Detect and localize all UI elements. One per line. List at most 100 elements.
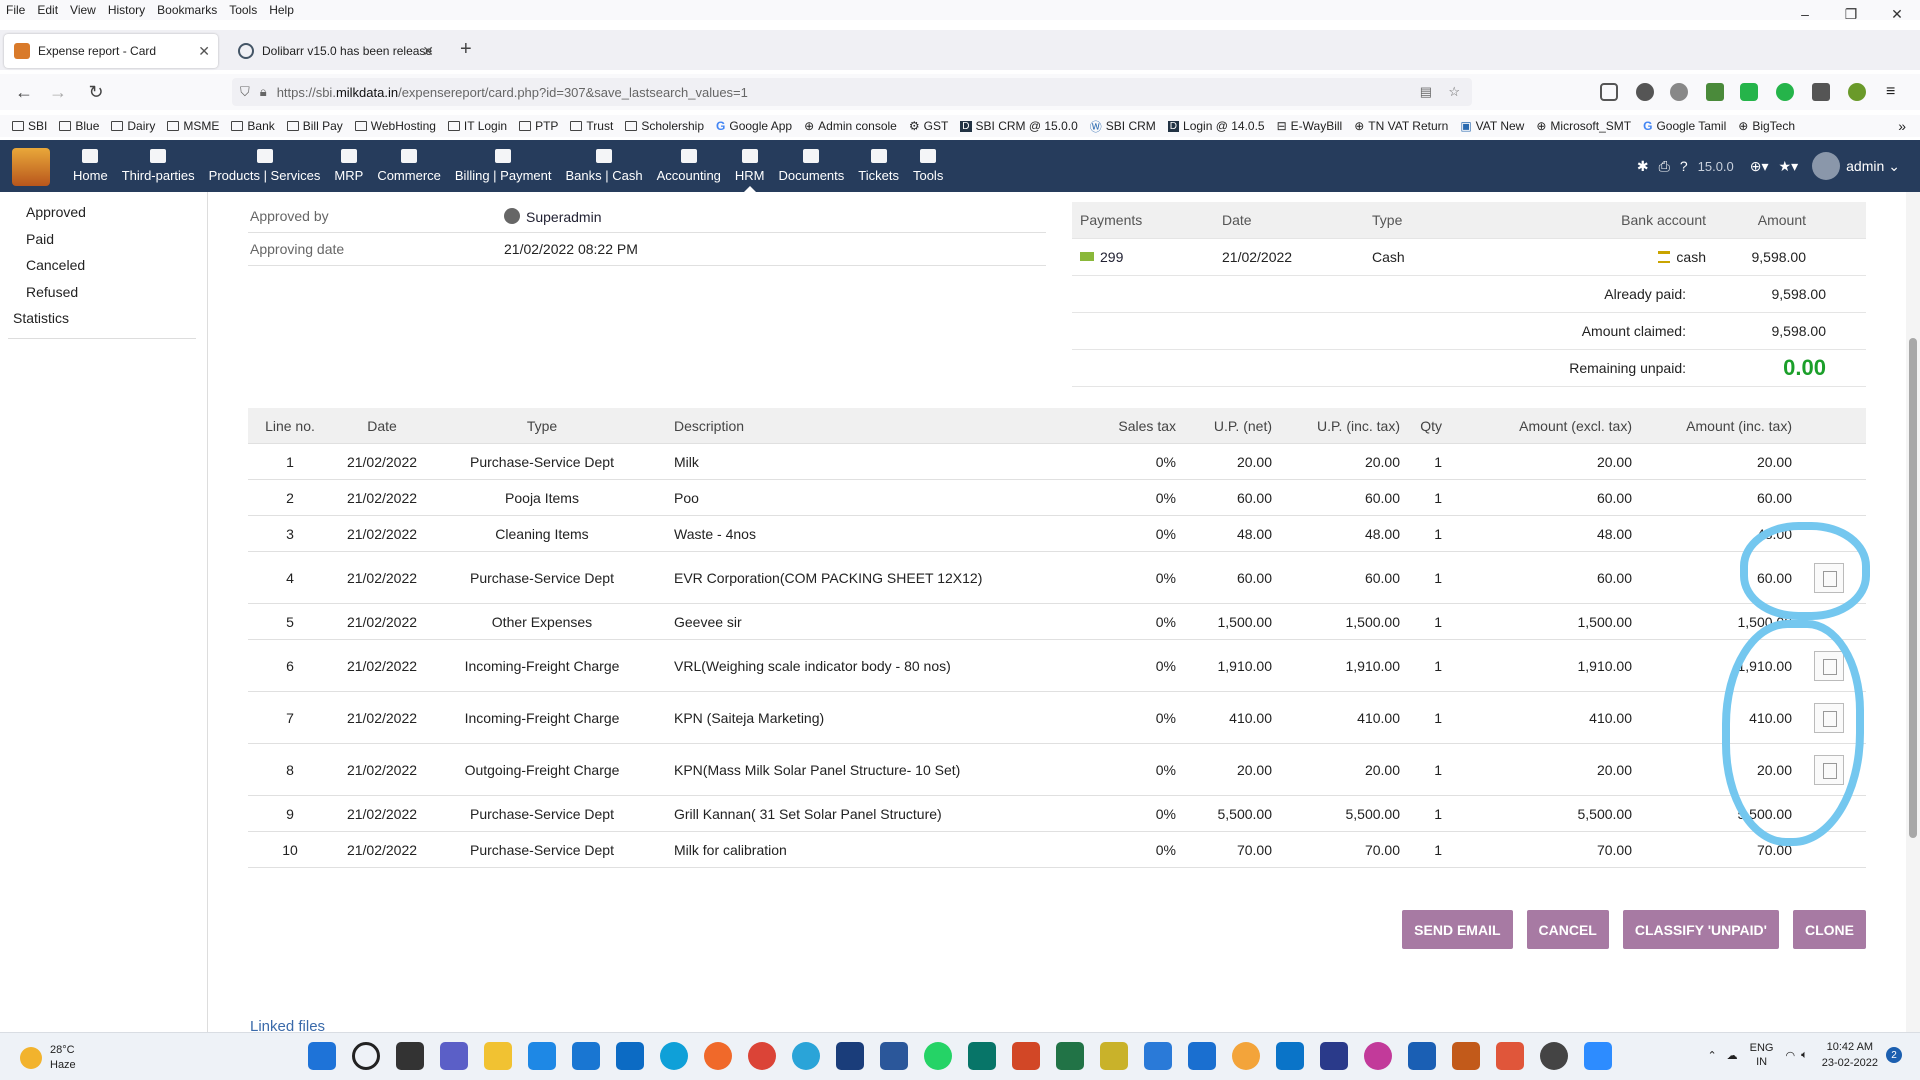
extension-icon[interactable]: [1848, 83, 1866, 101]
extension-icon[interactable]: [1636, 83, 1654, 101]
menu-products[interactable]: Products | Services: [202, 140, 328, 192]
zoom-icon[interactable]: [1584, 1042, 1612, 1070]
bookmark-item[interactable]: ⊕ TN VAT Return: [1354, 119, 1448, 133]
forward-icon[interactable]: →: [46, 80, 70, 104]
menu-documents[interactable]: Documents: [772, 140, 852, 192]
app-icon[interactable]: [1100, 1042, 1128, 1070]
menu-history[interactable]: History: [102, 3, 151, 17]
app-icon[interactable]: [1276, 1042, 1304, 1070]
attachment-thumbnail-icon[interactable]: [1814, 562, 1844, 593]
menu-hrm[interactable]: HRM: [728, 140, 772, 192]
payment-ref-link[interactable]: 299: [1072, 249, 1222, 265]
bookmark-item[interactable]: Dairy: [111, 119, 155, 133]
excel-icon[interactable]: [1056, 1042, 1084, 1070]
menu-home[interactable]: Home: [66, 140, 115, 192]
menu-tickets[interactable]: Tickets: [851, 140, 906, 192]
bookmark-item[interactable]: IT Login: [447, 119, 507, 133]
firefox-icon[interactable]: [704, 1042, 732, 1070]
menu-accounting[interactable]: Accounting: [650, 140, 728, 192]
user-name[interactable]: admin: [1846, 158, 1884, 174]
more-bookmarks-icon[interactable]: »: [1898, 118, 1906, 134]
url-bar[interactable]: ⛉ 🔒︎ https://sbi. milkdata.in/expenserepo…: [232, 78, 1472, 106]
whatsapp-icon[interactable]: [1776, 83, 1794, 101]
volume-icon[interactable]: 🔈︎: [1801, 1049, 1808, 1062]
bookmark-item[interactable]: ▣ VAT New: [1460, 119, 1524, 133]
sublime-icon[interactable]: [1452, 1042, 1480, 1070]
bookmark-item[interactable]: D Login @ 14.0.5: [1167, 119, 1265, 133]
file-explorer-icon[interactable]: [484, 1042, 512, 1070]
extension-icon[interactable]: [1740, 83, 1758, 101]
app-icon[interactable]: [1496, 1042, 1524, 1070]
avatar[interactable]: [1812, 152, 1841, 180]
wifi-icon[interactable]: ◠: [1786, 1049, 1796, 1062]
send-email-button[interactable]: SEND EMAIL: [1402, 910, 1513, 949]
menu-bookmarks[interactable]: Bookmarks: [151, 3, 223, 17]
menu-commerce[interactable]: Commerce: [370, 140, 448, 192]
menu-view[interactable]: View: [64, 3, 102, 17]
minimize-button[interactable]: –: [1782, 0, 1828, 28]
notification-badge[interactable]: 2: [1886, 1047, 1902, 1063]
app-icon[interactable]: [616, 1042, 644, 1070]
attachment-thumbnail-icon[interactable]: [1814, 754, 1844, 785]
extension-icon[interactable]: [1670, 83, 1688, 101]
bookmark-star-icon[interactable]: ☆: [1448, 84, 1460, 100]
approved-by-value[interactable]: Superadmin: [504, 207, 602, 225]
bookmark-item[interactable]: Bill Pay: [286, 119, 343, 133]
menu-banks[interactable]: Banks | Cash: [558, 140, 649, 192]
pocket-icon[interactable]: [1600, 83, 1618, 101]
close-window-button[interactable]: ✕: [1874, 0, 1920, 28]
back-icon[interactable]: ←: [12, 80, 36, 104]
bookmark-item[interactable]: ⊕ Microsoft_SMT: [1536, 119, 1631, 133]
bookmark-item[interactable]: ⊕ Admin console: [804, 119, 897, 133]
app-icon[interactable]: [1144, 1042, 1172, 1070]
menu-billing[interactable]: Billing | Payment: [448, 140, 559, 192]
sidebar-item-approved[interactable]: Approved: [26, 204, 86, 220]
publisher-icon[interactable]: [968, 1042, 996, 1070]
sidebar-item-refused[interactable]: Refused: [26, 284, 78, 300]
sidebar-item-canceled[interactable]: Canceled: [26, 257, 85, 273]
bookmark-item[interactable]: ⊟ E-WayBill: [1277, 119, 1343, 133]
app-icon[interactable]: [1408, 1042, 1436, 1070]
app-icon[interactable]: [836, 1042, 864, 1070]
menu-edit[interactable]: Edit: [31, 3, 64, 17]
help-icon[interactable]: [1812, 83, 1830, 101]
bookmark-item[interactable]: Bank: [231, 119, 275, 133]
app-icon[interactable]: [1540, 1042, 1568, 1070]
vertical-scrollbar[interactable]: [1906, 192, 1920, 1032]
chevron-up-icon[interactable]: ⌃: [1707, 1049, 1716, 1062]
company-logo[interactable]: [12, 148, 50, 186]
store-icon[interactable]: [528, 1042, 556, 1070]
menu-third-parties[interactable]: Third-parties: [115, 140, 202, 192]
mail-icon[interactable]: [572, 1042, 600, 1070]
bookmark-item[interactable]: MSME: [167, 119, 219, 133]
windows-start-icon[interactable]: [308, 1042, 336, 1070]
bookmark-item[interactable]: SBI: [12, 119, 47, 133]
word-icon[interactable]: [880, 1042, 908, 1070]
bookmark-item[interactable]: Trust: [570, 119, 613, 133]
bookmarks-icon[interactable]: ★▾: [1779, 158, 1799, 175]
reader-view-icon[interactable]: ▤: [1420, 84, 1432, 100]
cloud-icon[interactable]: ☁: [1727, 1049, 1738, 1062]
close-tab-icon[interactable]: ✕: [198, 43, 210, 60]
powerpoint-icon[interactable]: [1012, 1042, 1040, 1070]
new-tab-button[interactable]: +: [460, 38, 472, 61]
help-icon[interactable]: ?: [1680, 158, 1688, 174]
bookmark-item[interactable]: ⊕ BigTech: [1738, 119, 1795, 133]
ie-icon[interactable]: [792, 1042, 820, 1070]
teams-icon[interactable]: [440, 1042, 468, 1070]
bookmark-item[interactable]: PTP: [519, 119, 558, 133]
bug-icon[interactable]: ✱: [1637, 158, 1649, 175]
task-view-icon[interactable]: [396, 1042, 424, 1070]
language-indicator[interactable]: ENG: [1750, 1042, 1774, 1054]
edge-icon[interactable]: [660, 1042, 688, 1070]
menu-tools[interactable]: Tools: [223, 3, 263, 17]
bookmark-item[interactable]: Blue: [59, 119, 99, 133]
quick-add-icon[interactable]: ⊕▾: [1750, 158, 1769, 175]
bookmark-item[interactable]: Scholership: [625, 119, 704, 133]
clone-button[interactable]: CLONE: [1793, 910, 1866, 949]
bookmark-item[interactable]: Ⓦ SBI CRM: [1090, 118, 1156, 135]
restore-button[interactable]: ❐: [1828, 0, 1874, 28]
bookmark-item[interactable]: D SBI CRM @ 15.0.0: [960, 119, 1078, 133]
classify-unpaid-button[interactable]: CLASSIFY 'UNPAID': [1622, 910, 1779, 949]
menu-file[interactable]: File: [0, 3, 31, 17]
